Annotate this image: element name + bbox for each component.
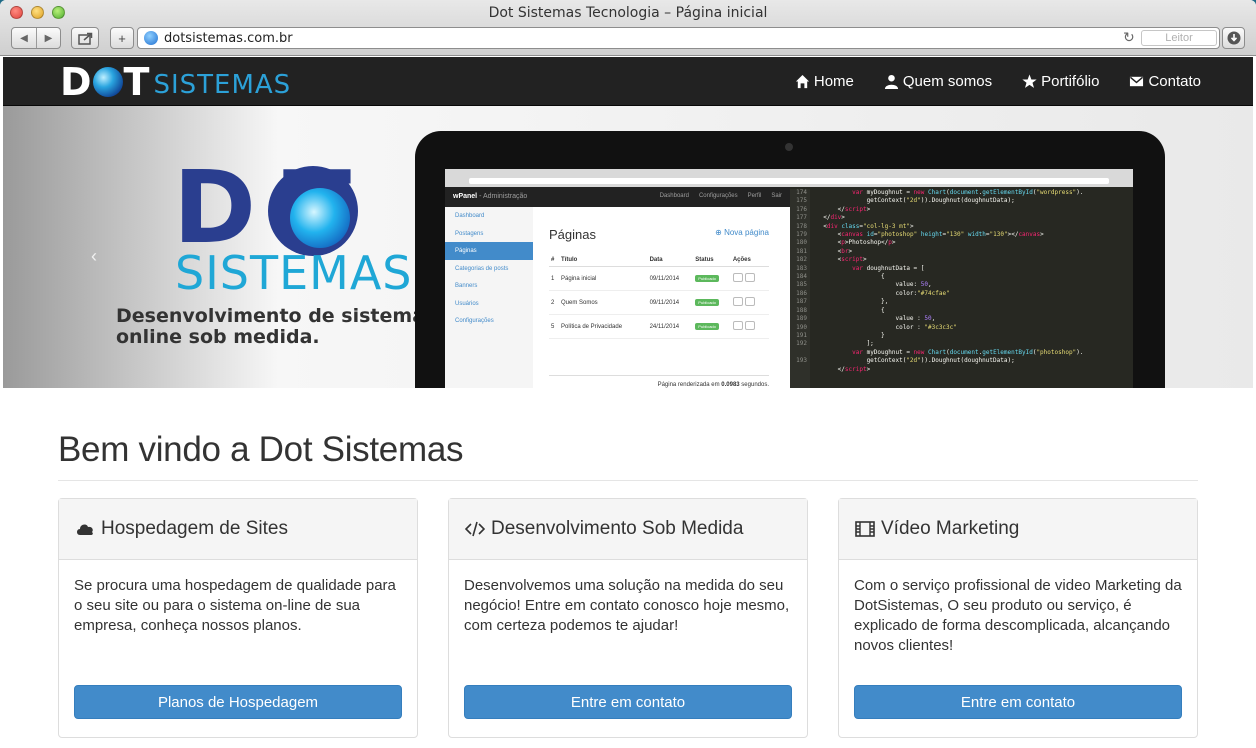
admin-side-item: Dashboard (455, 213, 485, 219)
browser-window: Dot Sistemas Tecnologia – Página inicial… (0, 0, 1256, 748)
site-navbar: D T SISTEMAS Home Quem somos Portifólio … (3, 57, 1253, 106)
admin-brand: wPanel (453, 193, 478, 200)
user-icon (884, 74, 898, 89)
star-icon (1022, 74, 1037, 88)
globe-icon (144, 31, 158, 45)
share-icon (77, 32, 92, 45)
reload-icon[interactable]: ↻ (1123, 29, 1135, 46)
panel-heading: Vídeo Marketing (839, 499, 1197, 560)
url-text[interactable]: dotsistemas.com.br (164, 31, 293, 46)
menu-home[interactable]: Home (795, 73, 854, 90)
laptop-camera (785, 143, 793, 151)
back-forward-buttons: ◀ ▶ (11, 27, 61, 49)
admin-table-row: 2 Quem Somos 09/11/2014 Publicado (549, 290, 769, 315)
admin-menu-item: Configurações (698, 193, 738, 199)
admin-panel-mock: wPanel - Administração Dashboard Configu… (445, 187, 790, 388)
share-button[interactable] (71, 27, 99, 49)
contact-button[interactable]: Entre em contato (854, 685, 1182, 719)
admin-side-item: Banners (455, 283, 478, 289)
logo-letter-t: T (123, 60, 150, 104)
carousel-prev-icon[interactable]: ‹ (91, 246, 97, 267)
menu-portifolio[interactable]: Portifólio (1022, 73, 1099, 90)
panel-text: Com o serviço profissional de video Mark… (854, 577, 1182, 654)
panel-title: Hospedagem de Sites (101, 518, 288, 539)
panel-text: Se procura uma hospedagem de qualidade p… (74, 577, 396, 634)
reader-button[interactable]: Leitor (1141, 30, 1217, 46)
planos-hospedagem-button[interactable]: Planos de Hospedagem (74, 685, 402, 719)
home-icon (795, 74, 809, 89)
page-title: Bem vindo a Dot Sistemas (58, 430, 1198, 481)
admin-side-item: Configurações (455, 318, 494, 324)
admin-topbar: wPanel - Administração Dashboard Configu… (445, 187, 790, 207)
panel-heading: Hospedagem de Sites (59, 499, 417, 560)
panel-title: Vídeo Marketing (881, 518, 1020, 539)
admin-side-item: Usuários (455, 300, 479, 307)
admin-main: Páginas ⊕ Nova página # Título Data Status A… (549, 207, 769, 339)
service-panels: Hospedagem de Sites Se procura uma hospe… (58, 498, 1198, 738)
admin-side-item: Categorias de posts (455, 265, 509, 272)
code-editor-mock: 174 175 176 177 178 179 180 181 182 183 184 185 186… (790, 187, 1133, 388)
hero-tagline-line1: Desenvolvimento de sistemas (116, 305, 437, 327)
admin-table-row: 5 Política de Privacidade 24/11/2014 Public… (549, 314, 769, 339)
address-bar[interactable]: dotsistemas.com.br ↻ Leitor (137, 27, 1220, 49)
hero-logo: D T SISTEMAS (173, 158, 411, 298)
hero-logo-o-icon (268, 166, 358, 256)
admin-menu-item: Perfil (747, 193, 762, 199)
forward-button[interactable]: ▶ (36, 28, 60, 48)
site-logo[interactable]: D T SISTEMAS (60, 60, 292, 104)
admin-table: # Título Data Status Ações 1 Página inicial 09… (549, 254, 769, 339)
panel-title: Desenvolvimento Sob Medida (491, 518, 744, 539)
window-title: Dot Sistemas Tecnologia – Página inicial (488, 5, 768, 21)
hero-tagline-line2: online sob medida. (116, 326, 320, 348)
mock-browser-bar (445, 169, 1133, 187)
admin-sidebar: Dashboard Postagens Páginas Categorias d… (445, 207, 533, 388)
hero-logo-sistemas: SISTEMAS (175, 246, 413, 300)
code-icon (465, 521, 485, 537)
menu-portifolio-label: Portifólio (1041, 73, 1100, 90)
cloud-icon (77, 524, 93, 535)
logo-dot-icon (92, 67, 123, 97)
admin-side-item: Postagens (455, 230, 484, 237)
panel-desenvolvimento: Desenvolvimento Sob Medida Desenvolvemos… (448, 498, 808, 738)
admin-menu-item: Sair (771, 193, 782, 199)
browser-chrome: Dot Sistemas Tecnologia – Página inicial… (0, 0, 1256, 56)
downloads-button[interactable] (1222, 27, 1245, 49)
menu-quem-somos-label: Quem somos (902, 73, 993, 90)
main-content: Bem vindo a Dot Sistemas Hospedagem de S… (58, 388, 1198, 738)
admin-menu-item: Dashboard (659, 193, 689, 199)
back-button[interactable]: ◀ (12, 28, 36, 48)
main-menu: Home Quem somos Portifólio Contato (795, 57, 1201, 106)
laptop-image: wPanel - Administração Dashboard Configu… (415, 131, 1165, 388)
admin-side-item-active: Páginas (445, 242, 533, 260)
logo-letter-d: D (60, 60, 92, 104)
admin-table-row: 1 Página inicial 09/11/2014 Publicado (549, 266, 769, 291)
panel-text: Desenvolvemos uma solução na medida do s… (464, 577, 790, 634)
menu-quem-somos[interactable]: Quem somos (884, 73, 992, 90)
hero-carousel: ‹ › D T SISTEMAS Desenvolvimento de sist… (3, 106, 1253, 388)
menu-contato-label: Contato (1148, 73, 1201, 90)
film-icon (855, 521, 875, 537)
panel-hospedagem: Hospedagem de Sites Se procura uma hospe… (58, 498, 418, 738)
panel-heading: Desenvolvimento Sob Medida (449, 499, 807, 560)
panel-video-marketing: Vídeo Marketing Com o serviço profission… (838, 498, 1198, 738)
admin-footer: Página renderizada em 0.0983 segundos. (549, 375, 769, 388)
new-tab-button[interactable]: + (110, 27, 134, 49)
contact-button[interactable]: Entre em contato (464, 685, 792, 719)
admin-brand-sub: - Administração (477, 193, 528, 200)
download-icon (1227, 31, 1240, 45)
laptop-screen: wPanel - Administração Dashboard Configu… (445, 169, 1133, 388)
menu-home-label: Home (813, 73, 854, 90)
plus-icon: + (118, 30, 126, 46)
hero-tagline: Desenvolvimento de sistemas online sob m… (116, 306, 436, 348)
admin-new-page: ⊕ Nova página (715, 228, 769, 237)
logo-sistemas: SISTEMAS (153, 70, 292, 100)
menu-contato[interactable]: Contato (1129, 73, 1201, 90)
envelope-icon (1130, 76, 1144, 87)
